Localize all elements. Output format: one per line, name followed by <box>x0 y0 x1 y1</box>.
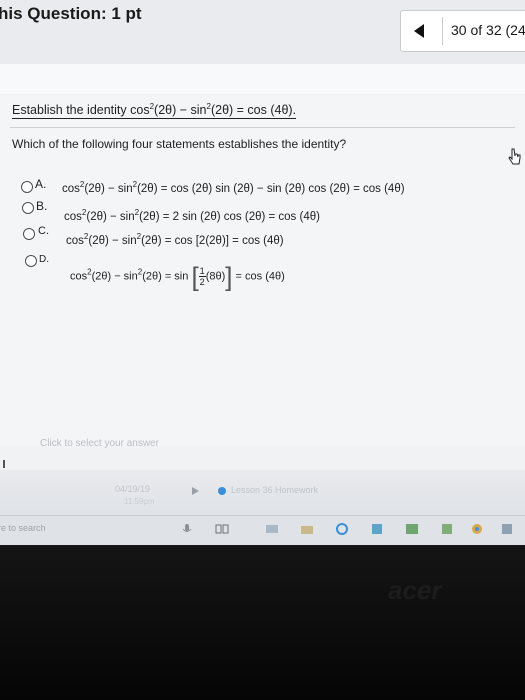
select-answer-hint: Click to select your answer <box>40 438 159 449</box>
option-d-radio[interactable] <box>25 255 37 267</box>
lesson-dot-icon <box>218 487 226 495</box>
edge-mark <box>3 460 5 468</box>
option-b-letter: B. <box>36 199 48 213</box>
chrome-icon[interactable] <box>470 522 484 536</box>
right-bracket: ] <box>225 261 233 292</box>
option-c-equation: cos2(2θ) − sin2(2θ) = cos [2(2θ)] = cos … <box>66 232 284 248</box>
one-half-fraction: 12 <box>198 266 206 287</box>
excel-icon[interactable] <box>405 522 419 536</box>
edge-browser-icon[interactable] <box>335 522 349 536</box>
laptop-bezel: acer <box>0 545 525 700</box>
navigator-divider <box>442 17 443 45</box>
taskbar-search[interactable]: re to search <box>0 523 46 533</box>
option-b-radio[interactable] <box>22 202 34 214</box>
lesson-link[interactable]: Lesson 36 Homework <box>231 485 318 495</box>
option-d-letter: D. <box>39 254 49 265</box>
question-points-title: his Question: 1 pt <box>0 4 142 23</box>
left-bracket: [ <box>191 261 199 292</box>
question-divider <box>10 127 515 128</box>
previous-question-icon[interactable] <box>414 24 424 38</box>
laptop-brand-logo: acer <box>388 575 442 605</box>
question-navigator: 30 of 32 (24 <box>400 10 525 52</box>
option-a-letter: A. <box>35 177 47 191</box>
option-b-equation: cos2(2θ) − sin2(2θ) = 2 sin (2θ) cos (2θ… <box>64 208 320 224</box>
app-icon-3[interactable] <box>440 522 454 536</box>
question-counter[interactable]: 30 of 32 (24 <box>451 22 525 38</box>
due-time: 11:59pm <box>124 497 155 506</box>
play-icon <box>192 487 199 495</box>
option-a-radio[interactable] <box>21 181 33 193</box>
option-c-letter: C. <box>38 225 49 237</box>
option-c-radio[interactable] <box>23 228 35 240</box>
app-icon-1[interactable] <box>265 522 279 536</box>
question-prompt: Which of the following four statements e… <box>12 137 347 151</box>
due-date: 04/19/19 <box>115 484 151 494</box>
task-view-icon[interactable] <box>215 522 229 536</box>
screen: his Question: 1 pt 30 of 32 (24 Establis… <box>0 0 525 545</box>
folder-icon[interactable] <box>300 522 314 536</box>
option-a-equation: cos2(2θ) − sin2(2θ) = cos (2θ) sin (2θ) … <box>62 180 405 196</box>
app-icon-2[interactable] <box>370 522 384 536</box>
header-bar: his Question: 1 pt 30 of 32 (24 <box>0 0 525 65</box>
microphone-icon[interactable] <box>180 522 194 536</box>
mouse-pointer-icon <box>508 148 521 165</box>
option-d-equation: cos2(2θ) − sin2(2θ) = sin [1 2 (8θ)] = cos… <box>70 261 285 292</box>
app-icon-4[interactable] <box>500 522 514 536</box>
identity-statement: Establish the identity cos2(2θ) − sin2(2… <box>12 102 297 119</box>
spacer-band <box>0 64 525 94</box>
